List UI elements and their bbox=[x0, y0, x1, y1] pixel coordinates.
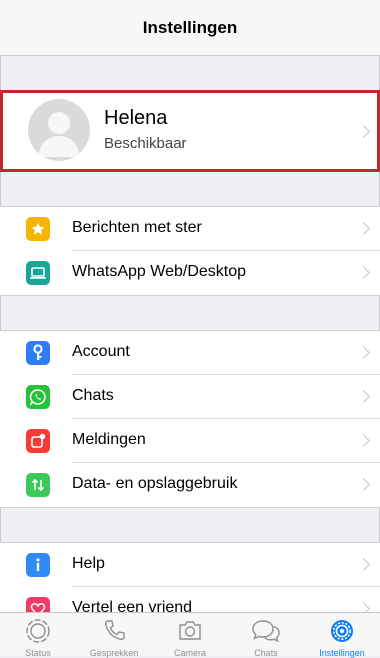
tab-status[interactable]: Status bbox=[0, 613, 76, 658]
status-icon bbox=[26, 619, 50, 643]
tab-label: Gesprekken bbox=[89, 648, 139, 658]
row-label: Meldingen bbox=[72, 431, 146, 448]
star-icon bbox=[26, 217, 50, 241]
tab-calls[interactable]: Gesprekken bbox=[76, 613, 152, 658]
row-account[interactable]: Account bbox=[0, 331, 380, 375]
tab-camera[interactable]: Camera bbox=[152, 613, 228, 658]
chevron-right-icon bbox=[357, 602, 370, 612]
row-label: Account bbox=[72, 343, 130, 360]
tab-chats[interactable]: Chats bbox=[228, 613, 304, 658]
tab-label: Chats bbox=[254, 648, 278, 658]
notification-icon bbox=[26, 429, 50, 453]
whatsapp-icon bbox=[26, 385, 50, 409]
row-chats[interactable]: Chats bbox=[0, 375, 380, 419]
row-label: Chats bbox=[72, 387, 114, 404]
starred-group: Berichten met ster WhatsApp Web/Desktop bbox=[0, 206, 380, 296]
chevron-right-icon bbox=[357, 434, 370, 447]
settings-gear-icon bbox=[331, 620, 353, 642]
settings-group: Account Chats Meldingen Data- en opslagg… bbox=[0, 330, 380, 508]
tab-label: Instellingen bbox=[319, 648, 365, 658]
tab-bar: Status Gesprekken Camera Chats Instellin… bbox=[0, 612, 380, 658]
row-label: Help bbox=[72, 555, 105, 572]
chevron-right-icon bbox=[357, 478, 370, 491]
page-title: Instellingen bbox=[142, 17, 238, 37]
row-label: WhatsApp Web/Desktop bbox=[72, 263, 247, 280]
row-starred-messages[interactable]: Berichten met ster bbox=[0, 207, 380, 251]
row-help[interactable]: Help bbox=[0, 543, 380, 587]
chevron-right-icon bbox=[357, 390, 370, 403]
chevron-right-icon bbox=[357, 558, 370, 571]
tab-label: Camera bbox=[173, 648, 206, 658]
phone-icon bbox=[104, 620, 125, 641]
chevron-right-icon bbox=[357, 266, 370, 279]
profile-name: Helena bbox=[104, 107, 168, 129]
row-label: Berichten met ster bbox=[72, 219, 202, 236]
camera-icon bbox=[179, 621, 201, 640]
avatar-icon bbox=[28, 99, 90, 161]
tab-settings[interactable]: Instellingen bbox=[304, 613, 380, 658]
row-whatsapp-web[interactable]: WhatsApp Web/Desktop bbox=[0, 251, 380, 295]
laptop-icon bbox=[26, 261, 50, 285]
row-data-storage[interactable]: Data- en opslaggebruik bbox=[0, 463, 380, 507]
profile-row[interactable]: Helena Beschikbaar bbox=[0, 90, 380, 172]
tab-label: Status bbox=[25, 648, 51, 658]
chevron-right-icon bbox=[357, 346, 370, 359]
row-notifications[interactable]: Meldingen bbox=[0, 419, 380, 463]
chat-bubbles-icon bbox=[252, 620, 280, 643]
chevron-right-icon bbox=[357, 125, 370, 138]
heart-icon bbox=[26, 597, 50, 612]
chevron-right-icon bbox=[357, 222, 370, 235]
profile-status: Beschikbaar bbox=[104, 135, 187, 152]
navigation-bar: Instellingen bbox=[0, 0, 380, 56]
row-tell-a-friend[interactable]: Vertel een vriend bbox=[0, 587, 380, 612]
help-group: Help Vertel een vriend bbox=[0, 542, 380, 612]
key-icon bbox=[26, 341, 50, 365]
data-arrows-icon bbox=[26, 473, 50, 497]
row-label: Data- en opslaggebruik bbox=[72, 475, 238, 492]
info-icon bbox=[26, 553, 50, 577]
row-label: Vertel een vriend bbox=[72, 599, 193, 612]
